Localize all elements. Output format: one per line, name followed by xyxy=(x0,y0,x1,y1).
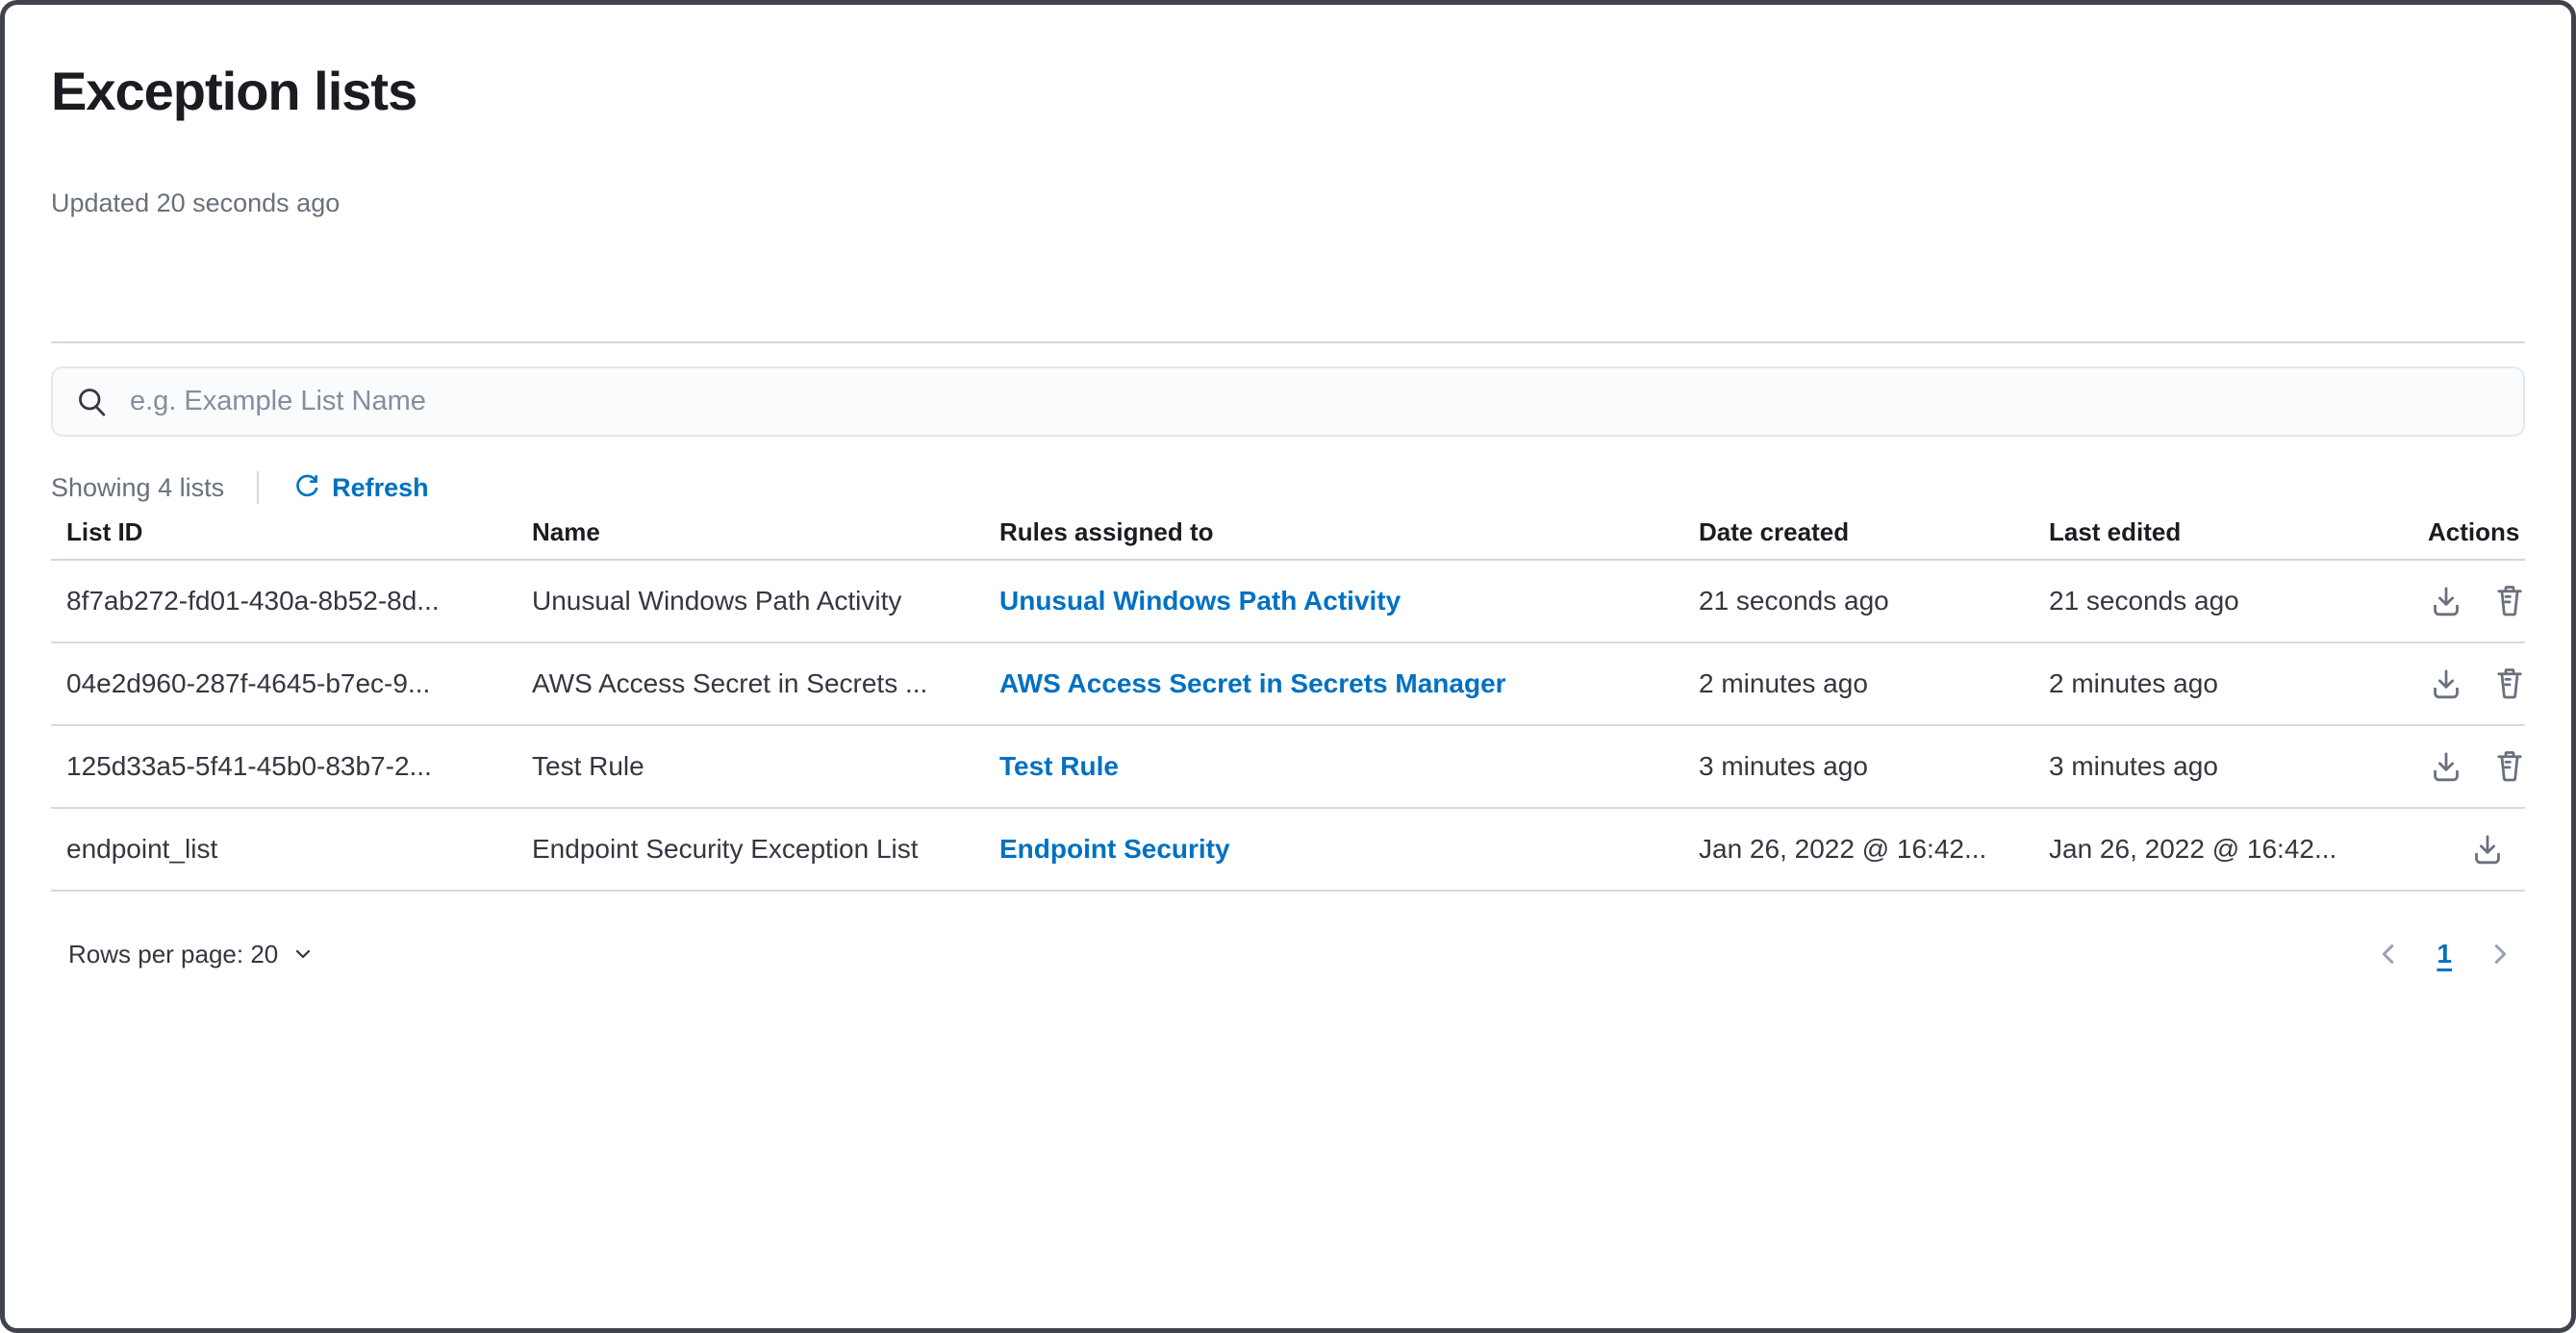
date-created-cell: 2 minutes ago xyxy=(1699,668,2049,699)
table-pagination: Rows per page: 20 1 xyxy=(51,916,2525,993)
date-created-cell: 3 minutes ago xyxy=(1699,751,2049,782)
column-header-date-created: Date created xyxy=(1699,517,2049,547)
result-count: Showing 4 lists xyxy=(51,473,224,503)
last-edited-cell: 2 minutes ago xyxy=(2049,668,2428,699)
refresh-label: Refresh xyxy=(332,473,429,503)
exception-lists-table: List ID Name Rules assigned to Date crea… xyxy=(51,505,2525,892)
table-toolbar: Showing 4 lists Refresh xyxy=(51,470,2525,505)
download-icon xyxy=(2471,833,2504,866)
search-input[interactable] xyxy=(130,386,2500,417)
rows-per-page-label: Rows per page: 20 xyxy=(68,940,278,969)
download-button[interactable] xyxy=(2469,831,2506,868)
table-row: 04e2d960-287f-4645-b7ec-9... AWS Access … xyxy=(51,643,2525,726)
list-id-cell: 8f7ab272-fd01-430a-8b52-8d... xyxy=(51,586,532,616)
next-page-button[interactable] xyxy=(2481,935,2519,973)
table-row: endpoint_list Endpoint Security Exceptio… xyxy=(51,809,2525,892)
list-id-cell: endpoint_list xyxy=(51,834,532,865)
date-created-cell: 21 seconds ago xyxy=(1699,586,2049,616)
last-edited-cell: 21 seconds ago xyxy=(2049,586,2428,616)
download-button[interactable] xyxy=(2428,666,2464,702)
search-bar[interactable] xyxy=(51,366,2525,437)
previous-page-button[interactable] xyxy=(2369,935,2408,973)
chevron-down-icon xyxy=(291,943,315,966)
trash-icon xyxy=(2493,667,2526,700)
last-edited-cell: 3 minutes ago xyxy=(2049,751,2428,782)
download-button[interactable] xyxy=(2428,748,2464,785)
trash-icon xyxy=(2493,585,2526,617)
toolbar-divider xyxy=(257,471,259,504)
column-header-rules: Rules assigned to xyxy=(999,517,1699,547)
name-cell: Test Rule xyxy=(532,751,999,782)
delete-button[interactable] xyxy=(2491,583,2528,619)
column-header-last-edited: Last edited xyxy=(2049,517,2428,547)
search-icon xyxy=(76,386,109,418)
column-header-name: Name xyxy=(532,517,999,547)
updated-status: Updated 20 seconds ago xyxy=(51,190,2525,216)
table-row: 125d33a5-5f41-45b0-83b7-2... Test Rule T… xyxy=(51,726,2525,809)
name-cell: Unusual Windows Path Activity xyxy=(532,586,999,616)
rule-link[interactable]: Endpoint Security xyxy=(999,834,1230,864)
download-icon xyxy=(2430,667,2462,700)
page-title: Exception lists xyxy=(51,58,2525,125)
table-row: 8f7ab272-fd01-430a-8b52-8d... Unusual Wi… xyxy=(51,561,2525,643)
delete-button[interactable] xyxy=(2491,748,2528,785)
rule-link[interactable]: Unusual Windows Path Activity xyxy=(999,586,1401,616)
rows-per-page-button[interactable]: Rows per page: 20 xyxy=(68,940,315,969)
refresh-icon xyxy=(293,474,320,501)
download-icon xyxy=(2430,585,2462,617)
rule-link[interactable]: AWS Access Secret in Secrets Manager xyxy=(999,668,1506,698)
trash-icon xyxy=(2493,750,2526,783)
refresh-button[interactable]: Refresh xyxy=(293,473,429,503)
download-icon xyxy=(2430,750,2462,783)
list-id-cell: 04e2d960-287f-4645-b7ec-9... xyxy=(51,668,532,699)
app-window: Exception lists Updated 20 seconds ago S… xyxy=(0,0,2576,1333)
last-edited-cell: Jan 26, 2022 @ 16:42... xyxy=(2049,834,2428,865)
header-divider xyxy=(51,341,2525,343)
table-header-row: List ID Name Rules assigned to Date crea… xyxy=(51,505,2525,561)
rule-link[interactable]: Test Rule xyxy=(999,751,1119,781)
chevron-right-icon xyxy=(2486,940,2514,968)
download-button[interactable] xyxy=(2428,583,2464,619)
list-id-cell: 125d33a5-5f41-45b0-83b7-2... xyxy=(51,751,532,782)
chevron-left-icon xyxy=(2374,940,2403,968)
column-header-list-id: List ID xyxy=(51,517,532,547)
pager: 1 xyxy=(2369,935,2519,973)
name-cell: AWS Access Secret in Secrets ... xyxy=(532,668,999,699)
delete-button[interactable] xyxy=(2491,666,2528,702)
name-cell: Endpoint Security Exception List xyxy=(532,834,999,865)
date-created-cell: Jan 26, 2022 @ 16:42... xyxy=(1699,834,2049,865)
column-header-actions: Actions xyxy=(2428,517,2525,547)
page-number-1[interactable]: 1 xyxy=(2437,939,2452,969)
